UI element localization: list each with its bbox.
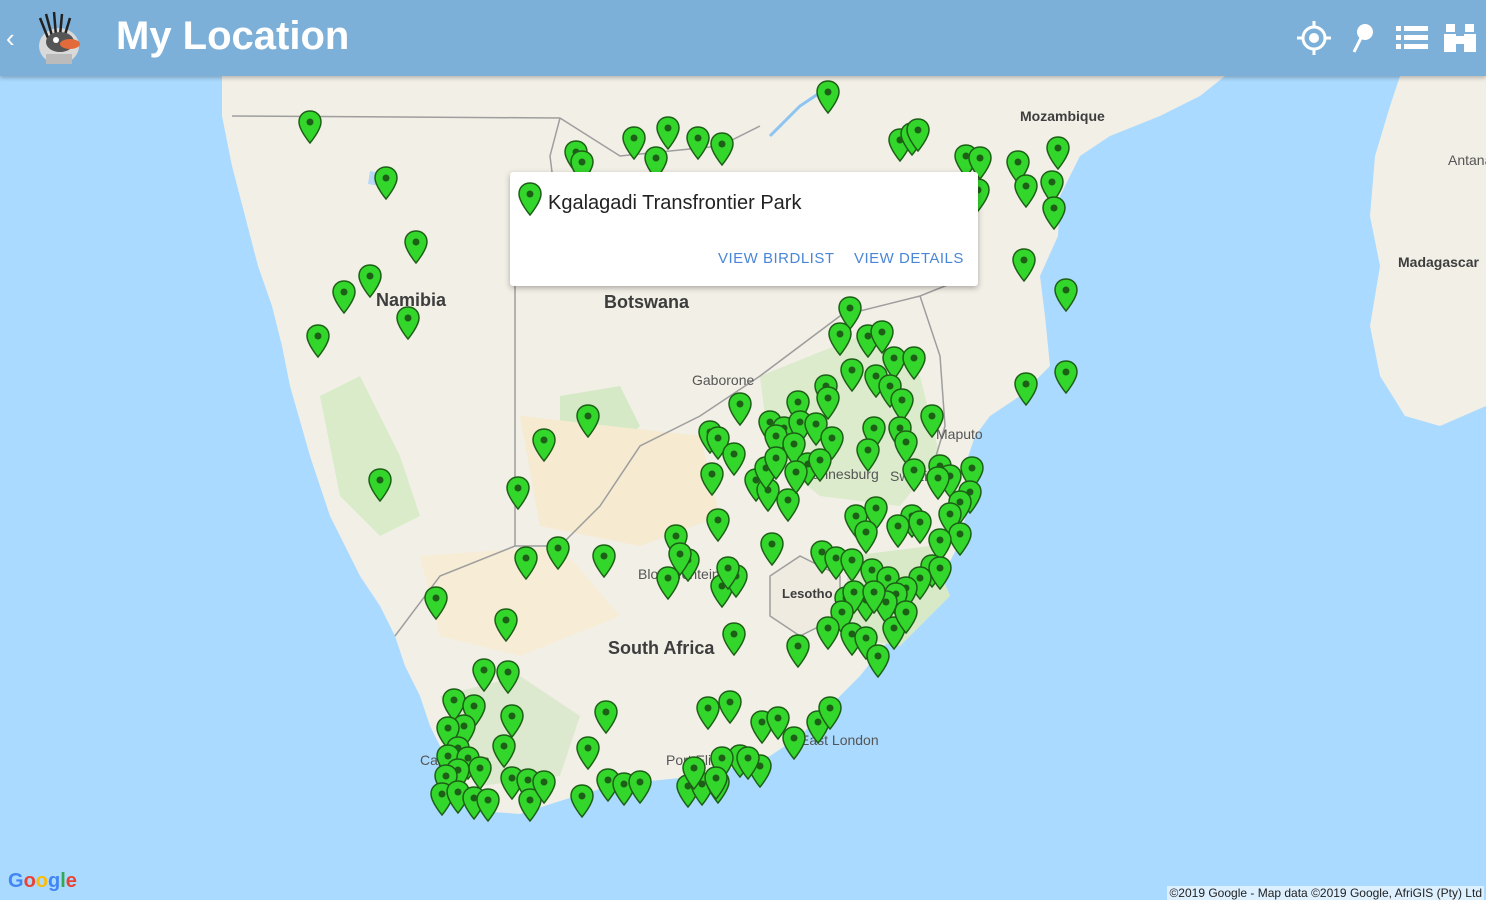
map-pin-icon[interactable] xyxy=(358,264,382,298)
map-pin-icon[interactable] xyxy=(718,690,742,724)
map-pin-icon[interactable] xyxy=(784,460,808,494)
map-pin-icon[interactable] xyxy=(840,358,864,392)
map-pin-icon[interactable] xyxy=(1042,196,1066,230)
map-pin-icon[interactable] xyxy=(496,660,520,694)
map-pin-icon[interactable] xyxy=(514,546,538,580)
map-pin-icon[interactable] xyxy=(506,476,530,510)
map-pin-icon[interactable] xyxy=(728,392,752,426)
pin-icon[interactable] xyxy=(1344,18,1384,58)
map-view[interactable]: Namibia Botswana South Africa Mozambique… xyxy=(0,76,1486,900)
map-pin-icon[interactable] xyxy=(786,634,810,668)
map-pin-icon[interactable] xyxy=(856,438,880,472)
map-pin-icon[interactable] xyxy=(722,622,746,656)
map-pin-icon[interactable] xyxy=(1054,278,1078,312)
label-madagascar: Madagascar xyxy=(1398,254,1479,270)
map-pin-icon[interactable] xyxy=(306,324,330,358)
map-pin-icon[interactable] xyxy=(576,404,600,438)
map-pin-icon[interactable] xyxy=(816,80,840,114)
map-pin-icon[interactable] xyxy=(332,280,356,314)
page-title: My Location xyxy=(116,14,350,58)
map-pin-icon[interactable] xyxy=(682,756,706,790)
map-pin-icon[interactable] xyxy=(1054,360,1078,394)
map-pin-icon[interactable] xyxy=(472,658,496,692)
label-lesotho: Lesotho xyxy=(782,586,833,601)
map-pin-icon[interactable] xyxy=(808,448,832,482)
app-bar: ‹ My Location xyxy=(0,0,1486,76)
map-pin-icon[interactable] xyxy=(862,580,886,614)
map-pin-icon[interactable] xyxy=(500,704,524,738)
label-south-africa: South Africa xyxy=(608,638,715,658)
map-pin-icon[interactable] xyxy=(1012,248,1036,282)
app-logo xyxy=(30,8,88,68)
map-pin-icon[interactable] xyxy=(492,734,516,768)
map-pin-icon[interactable] xyxy=(570,784,594,818)
back-icon[interactable]: ‹ xyxy=(6,24,26,52)
label-botswana: Botswana xyxy=(604,292,690,312)
map-pin-icon[interactable] xyxy=(374,166,398,200)
map-pin-icon[interactable] xyxy=(404,230,428,264)
map-attribution[interactable]: ©2019 Google - Map data ©2019 Google, Af… xyxy=(1167,886,1484,900)
map-pin-icon[interactable] xyxy=(906,118,930,152)
label-antananarivo: Antananarivo xyxy=(1448,152,1486,168)
map-pin-icon[interactable] xyxy=(902,346,926,380)
map-pin-icon[interactable] xyxy=(396,306,420,340)
map-pin-icon[interactable] xyxy=(686,126,710,160)
view-details-button[interactable]: VIEW DETAILS xyxy=(854,250,964,267)
map-pin-icon[interactable] xyxy=(920,404,944,438)
list-icon[interactable] xyxy=(1392,18,1432,58)
map-pin-icon[interactable] xyxy=(886,514,910,548)
map-pin-icon[interactable] xyxy=(926,466,950,500)
map-pin-icon[interactable] xyxy=(782,726,806,760)
map-pin-icon[interactable] xyxy=(532,428,556,462)
binoculars-icon[interactable] xyxy=(1440,18,1480,58)
map-pin-icon[interactable] xyxy=(628,770,652,804)
locate-icon[interactable] xyxy=(1294,18,1334,58)
map-pin-icon[interactable] xyxy=(424,586,448,620)
map-pin-icon[interactable] xyxy=(736,746,760,780)
map-pin-icon[interactable] xyxy=(704,766,728,800)
map-pin-icon[interactable] xyxy=(468,756,492,790)
map-pin-icon[interactable] xyxy=(1014,174,1038,208)
map-pin-icon[interactable] xyxy=(656,566,680,600)
map-pin-icon[interactable] xyxy=(1046,136,1070,170)
map-pin-icon[interactable] xyxy=(722,442,746,476)
map-pin-icon[interactable] xyxy=(760,532,784,566)
map-pin-icon[interactable] xyxy=(716,556,740,590)
map-pin-icon[interactable] xyxy=(818,696,842,730)
map-pin-icon[interactable] xyxy=(592,544,616,578)
map-pin-icon[interactable] xyxy=(902,458,926,492)
map-pin-icon[interactable] xyxy=(594,700,618,734)
map-pin-icon[interactable] xyxy=(706,508,730,542)
map-pin-icon[interactable] xyxy=(622,126,646,160)
google-logo[interactable]: Google xyxy=(8,870,77,893)
map-pin-icon[interactable] xyxy=(368,468,392,502)
map-pin-icon[interactable] xyxy=(546,536,570,570)
map-pin-icon[interactable] xyxy=(298,110,322,144)
map-pin-icon xyxy=(518,182,542,216)
view-birdlist-button[interactable]: VIEW BIRDLIST xyxy=(718,250,835,267)
map-pin-icon[interactable] xyxy=(1014,372,1038,406)
label-gaborone: Gaborone xyxy=(692,372,755,388)
map-pin-icon[interactable] xyxy=(700,462,724,496)
info-window-title: Kgalagadi Transfrontier Park xyxy=(548,192,802,214)
map-pin-icon[interactable] xyxy=(696,696,720,730)
label-mozambique: Mozambique xyxy=(1020,108,1105,124)
map-pin-icon[interactable] xyxy=(656,116,680,150)
map-pin-icon[interactable] xyxy=(894,600,918,634)
map-pin-icon[interactable] xyxy=(710,132,734,166)
map-pin-icon[interactable] xyxy=(576,736,600,770)
map-pin-icon[interactable] xyxy=(476,788,500,822)
map-pin-icon[interactable] xyxy=(816,616,840,650)
map-pin-icon[interactable] xyxy=(828,322,852,356)
map-pin-icon[interactable] xyxy=(866,644,890,678)
map-pin-icon[interactable] xyxy=(532,770,556,804)
info-window: Kgalagadi Transfrontier Park VIEW BIRDLI… xyxy=(510,172,978,286)
map-pin-icon[interactable] xyxy=(494,608,518,642)
